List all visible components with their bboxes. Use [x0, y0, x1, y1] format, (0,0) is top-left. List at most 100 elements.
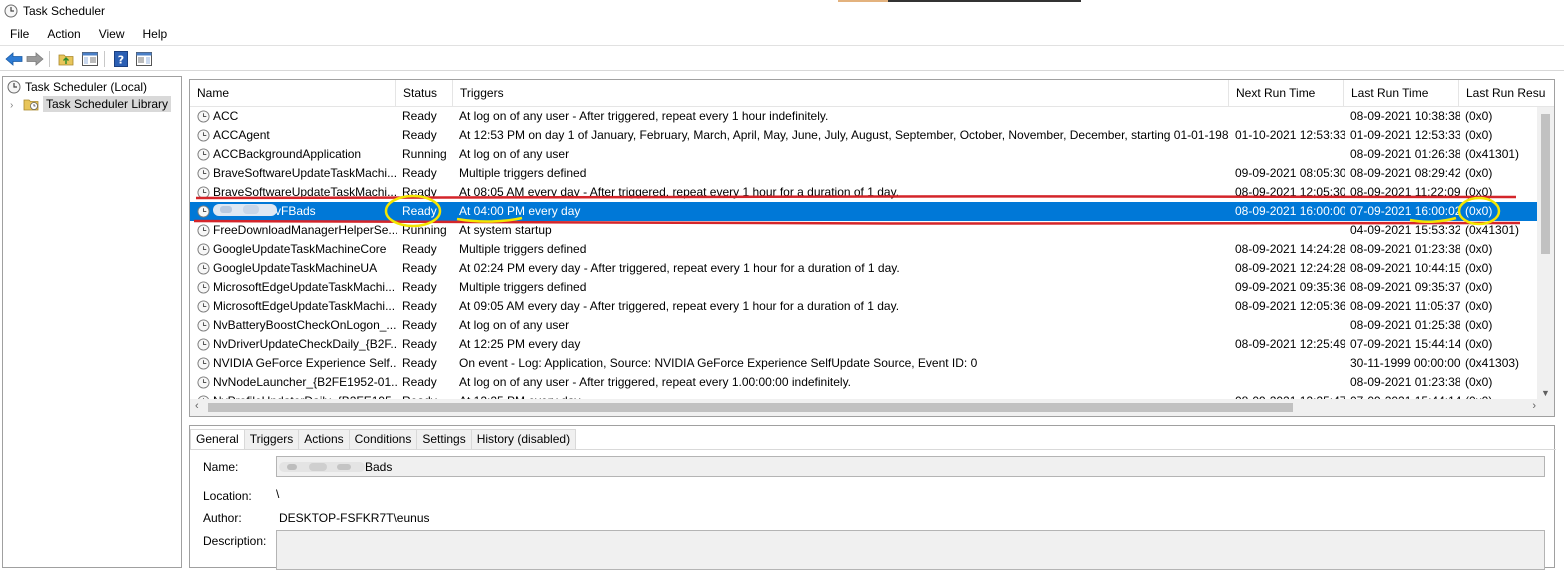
task-last-run-result: (0x0): [1465, 261, 1493, 275]
task-last-run-result: (0x0): [1465, 280, 1493, 294]
task-name-cell: MicrosoftEdgeUpdateTaskMachi...: [197, 297, 397, 316]
task-next-run-time: 08-09-2021 12:05:30: [1235, 185, 1345, 199]
back-button[interactable]: [4, 49, 24, 69]
task-name: BraveSoftwareUpdateTaskMachi...: [213, 185, 397, 199]
task-row[interactable]: NVIDIA GeForce Experience Self... Ready On…: [190, 354, 1538, 373]
tree-item-task-scheduler-local[interactable]: Task Scheduler (Local): [7, 78, 147, 96]
task-status: Ready: [402, 109, 437, 123]
task-row[interactable]: ACC Ready At log on of any user - After tr…: [190, 107, 1538, 126]
task-name: ACCAgent: [213, 128, 270, 142]
description-field[interactable]: [276, 530, 1545, 570]
task-next-run-time: 08-09-2021 16:00:00: [1235, 204, 1345, 218]
column-header-name[interactable]: Name: [190, 80, 396, 107]
column-header-last-run-time[interactable]: Last Run Time: [1344, 80, 1459, 107]
vertical-scrollbar[interactable]: ▼: [1537, 107, 1554, 400]
task-status: Ready: [402, 261, 437, 275]
task-row[interactable]: FreeDownloadManagerHelperSe... Running At …: [190, 221, 1538, 240]
task-status: Ready: [402, 128, 437, 142]
toolbar-separator: [49, 51, 50, 67]
task-name-cell: GoogleUpdateTaskMachineCore: [197, 240, 397, 259]
menu-bar: File Action View Help: [0, 24, 1564, 44]
up-folder-button[interactable]: [56, 49, 76, 69]
task-row[interactable]: vFBads Ready At 04:00 PM every day 08-09-20…: [190, 202, 1538, 221]
task-row[interactable]: MicrosoftEdgeUpdateTaskMachi... Ready Mult…: [190, 278, 1538, 297]
task-name-cell: NVIDIA GeForce Experience Self...: [197, 354, 397, 373]
task-last-run-result: (0x0): [1465, 185, 1493, 199]
task-row[interactable]: ACCAgent Ready At 12:53 PM on day 1 of Jan…: [190, 126, 1538, 145]
task-row[interactable]: BraveSoftwareUpdateTaskMachi... Ready At 0…: [190, 183, 1538, 202]
task-name-cell: BraveSoftwareUpdateTaskMachi...: [197, 164, 397, 183]
menu-action[interactable]: Action: [37, 24, 88, 44]
column-header-last-run-result[interactable]: Last Run Resu: [1459, 80, 1554, 107]
scrollbar-thumb[interactable]: [208, 403, 1293, 412]
task-status: Ready: [402, 318, 437, 332]
tab-actions[interactable]: Actions: [298, 429, 350, 449]
task-triggers: At 02:24 PM every day - After triggered,…: [459, 261, 900, 275]
show-action-pane-button[interactable]: [134, 49, 154, 69]
task-last-run-time: 08-09-2021 10:44:15: [1350, 261, 1460, 275]
task-clock-icon: [197, 205, 210, 218]
column-header-next-run-time[interactable]: Next Run Time: [1229, 80, 1344, 107]
task-triggers: At 12:25 PM every day: [459, 337, 581, 351]
tab-triggers[interactable]: Triggers: [243, 429, 300, 449]
task-row[interactable]: GoogleUpdateTaskMachineCore Ready Multiple…: [190, 240, 1538, 259]
task-last-run-time: 08-09-2021 11:22:09: [1350, 185, 1460, 199]
task-last-run-time: 30-11-1999 00:00:00: [1350, 356, 1460, 370]
task-row[interactable]: MicrosoftEdgeUpdateTaskMachi... Ready At 0…: [190, 297, 1538, 316]
task-row[interactable]: ACCBackgroundApplication Running At log on…: [190, 145, 1538, 164]
menu-view[interactable]: View: [89, 24, 133, 44]
scroll-right-arrow-icon[interactable]: ›: [1532, 400, 1536, 412]
task-row[interactable]: BraveSoftwareUpdateTaskMachi... Ready Mult…: [190, 164, 1538, 183]
menu-file[interactable]: File: [0, 24, 37, 44]
task-name: ACCBackgroundApplication: [213, 147, 362, 161]
task-row[interactable]: GoogleUpdateTaskMachineUA Ready At 02:24 P…: [190, 259, 1538, 278]
task-last-run-result: (0x0): [1465, 109, 1493, 123]
task-status: Ready: [402, 375, 437, 389]
task-next-run-time: [1235, 354, 1345, 373]
back-arrow-icon: [5, 52, 23, 66]
task-name: MicrosoftEdgeUpdateTaskMachi...: [213, 280, 396, 294]
task-row[interactable]: NvNodeLauncher_{B2FE1952-01... Ready At lo…: [190, 373, 1538, 392]
task-last-run-result: (0x0): [1465, 375, 1493, 389]
column-header-status[interactable]: Status: [396, 80, 453, 107]
task-next-run-time: 08-09-2021 14:24:28: [1235, 242, 1345, 256]
task-last-run-time: 08-09-2021 01:26:38: [1350, 147, 1460, 161]
task-last-run-result: (0x0): [1465, 128, 1493, 142]
tree-item-label: Task Scheduler (Local): [25, 80, 148, 94]
task-clock-icon: [197, 148, 210, 161]
list-header: Name Status Triggers Next Run Time Last …: [190, 80, 1554, 107]
task-status: Ready: [402, 166, 437, 180]
task-name: MicrosoftEdgeUpdateTaskMachi...: [213, 299, 396, 313]
task-name: GoogleUpdateTaskMachineUA: [213, 261, 378, 275]
task-next-run-time: 09-09-2021 08:05:30: [1235, 166, 1345, 180]
tab-general[interactable]: General: [190, 429, 245, 450]
task-last-run-time: 04-09-2021 15:53:32: [1350, 223, 1460, 237]
name-field[interactable]: Bads: [276, 456, 1545, 477]
forward-button[interactable]: [25, 49, 45, 69]
task-last-run-result: (0x41301): [1465, 147, 1520, 161]
tab-history[interactable]: History (disabled): [470, 429, 577, 449]
scroll-down-arrow-icon[interactable]: ▼: [1541, 388, 1550, 398]
task-clock-icon: [197, 186, 210, 199]
tab-conditions[interactable]: Conditions: [348, 429, 418, 449]
show-console-tree-button[interactable]: [80, 49, 100, 69]
task-name: NVIDIA GeForce Experience Self...: [213, 356, 397, 370]
horizontal-scrollbar[interactable]: ‹ ›: [190, 399, 1554, 416]
scrollbar-thumb[interactable]: [1541, 114, 1550, 254]
menu-help[interactable]: Help: [133, 24, 176, 44]
window-title: Task Scheduler: [23, 4, 106, 18]
author-label: Author:: [203, 511, 242, 525]
task-last-run-time: 08-09-2021 01:25:38: [1350, 318, 1460, 332]
task-next-run-time: [1235, 316, 1345, 335]
task-row[interactable]: NvBatteryBoostCheckOnLogon_... Ready At lo…: [190, 316, 1538, 335]
scroll-left-arrow-icon[interactable]: ‹: [195, 400, 199, 412]
chevron-right-icon[interactable]: ›: [10, 100, 13, 111]
column-header-triggers[interactable]: Triggers: [453, 80, 1229, 107]
task-triggers: At log on of any user: [459, 318, 570, 332]
tree-item-task-scheduler-library[interactable]: Task Scheduler Library: [23, 95, 172, 113]
tab-settings[interactable]: Settings: [416, 429, 472, 449]
task-last-run-result: (0x0): [1465, 318, 1493, 332]
help-button[interactable]: ?: [111, 49, 131, 69]
toolbar-separator: [104, 51, 105, 67]
task-row[interactable]: NvDriverUpdateCheckDaily_{B2F... Ready At …: [190, 335, 1538, 354]
